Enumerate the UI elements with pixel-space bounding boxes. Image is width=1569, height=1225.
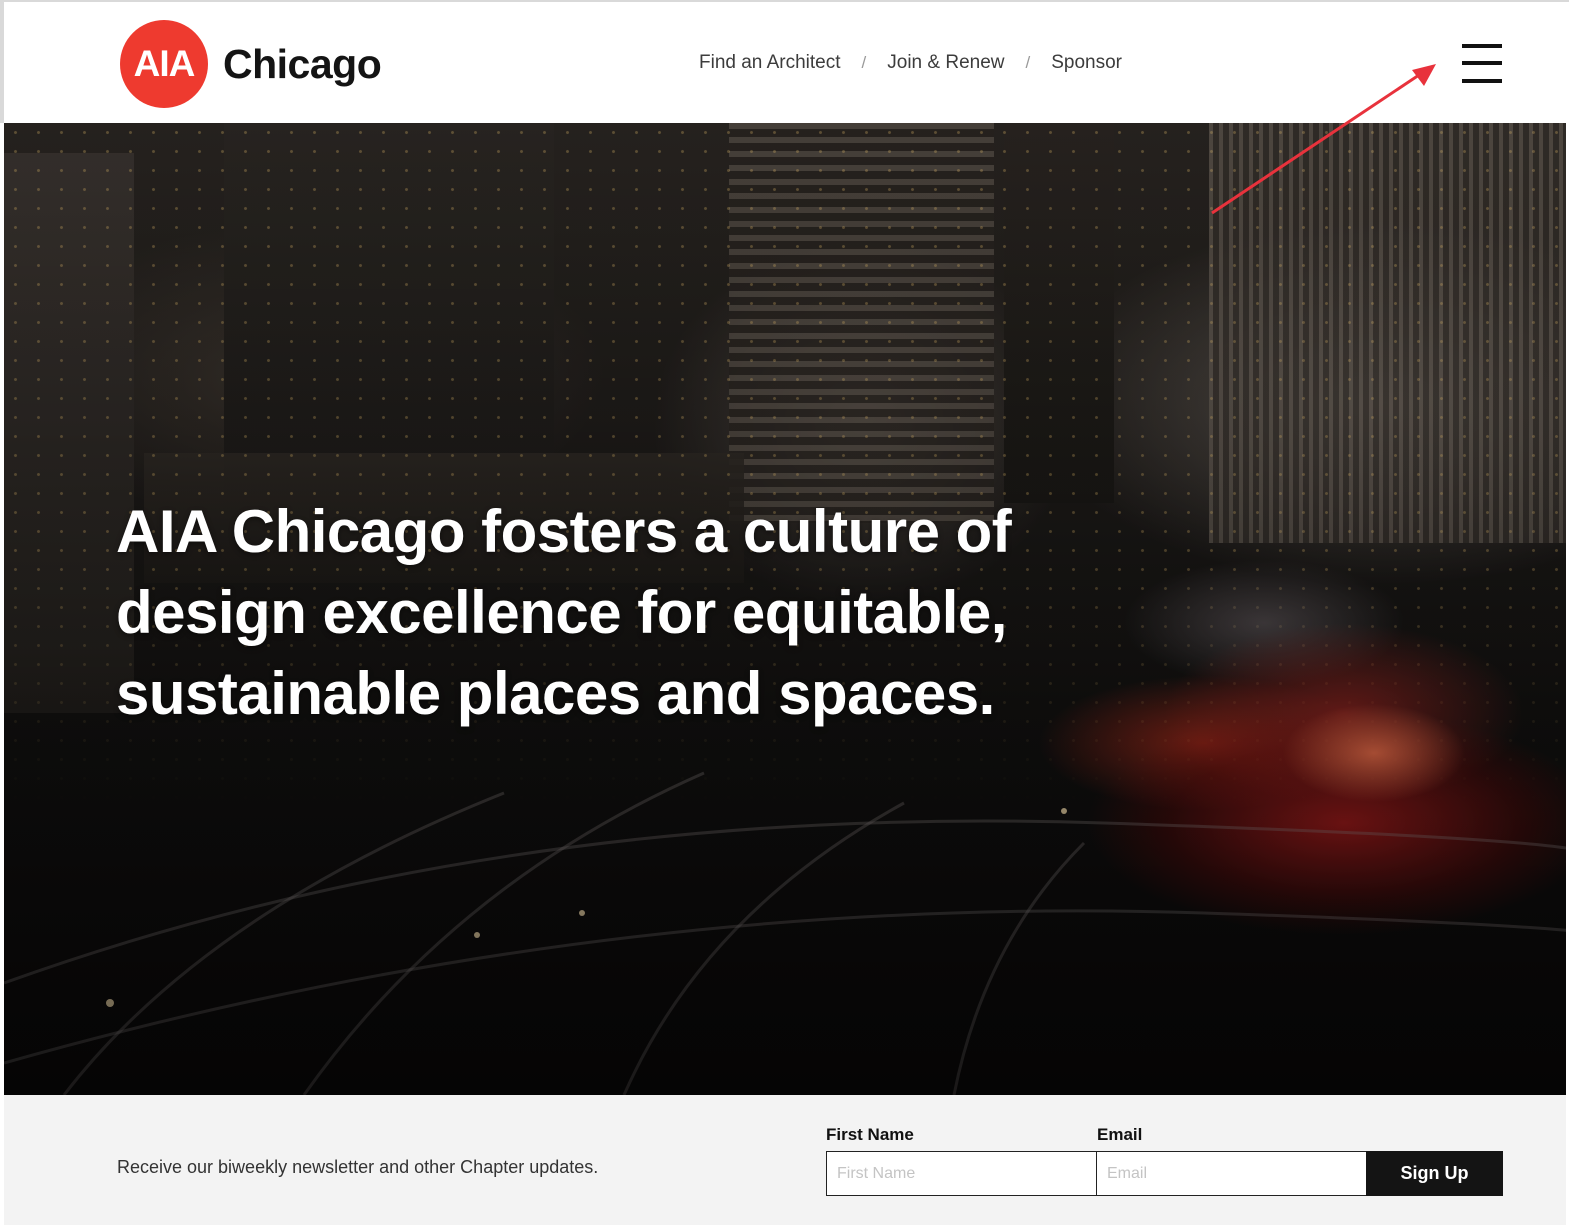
first-name-field[interactable] — [826, 1151, 1097, 1196]
first-name-label: First Name — [826, 1125, 914, 1144]
sign-up-button[interactable]: Sign Up — [1366, 1151, 1503, 1196]
email-field[interactable] — [1096, 1151, 1367, 1196]
newsletter-signup: Receive our biweekly newsletter and othe… — [4, 1095, 1566, 1225]
nav-find-an-architect[interactable]: Find an Architect — [699, 52, 841, 74]
hero-banner: AIA Chicago fosters a culture of design … — [4, 123, 1566, 1095]
menu-bar — [1462, 44, 1502, 48]
nav-sponsor[interactable]: Sponsor — [1051, 52, 1122, 74]
nav-separator: / — [861, 53, 867, 72]
aia-logo-badge: AIA — [120, 20, 208, 108]
logo-wordmark: Chicago — [223, 40, 382, 87]
newsletter-description: Receive our biweekly newsletter and othe… — [117, 1157, 599, 1177]
email-label: Email — [1097, 1125, 1143, 1144]
nav-join-renew[interactable]: Join & Renew — [887, 52, 1004, 74]
nav-separator: / — [1025, 53, 1031, 72]
site-header: AIA Chicago Find an Architect / Join & R… — [0, 0, 1569, 123]
logo-link[interactable]: AIA Chicago — [120, 20, 382, 108]
menu-bar — [1462, 61, 1502, 65]
menu-bar — [1462, 79, 1502, 83]
hero-headline: AIA Chicago fosters a culture of design … — [116, 498, 1012, 727]
top-navigation: Find an Architect / Join & Renew / Spons… — [699, 50, 1122, 76]
hamburger-menu-icon[interactable] — [1460, 44, 1504, 84]
